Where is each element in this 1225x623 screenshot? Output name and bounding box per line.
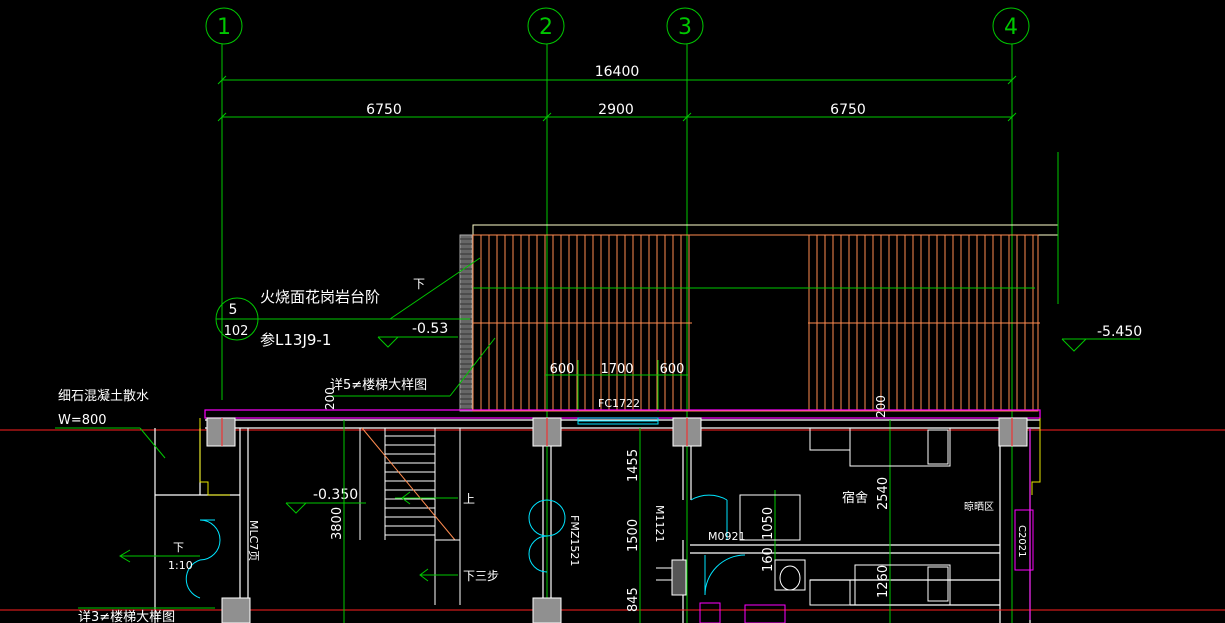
dim-160: 160	[761, 547, 776, 572]
detail-sheet: 102	[224, 324, 249, 339]
column-marks	[221, 418, 1013, 446]
elevation-0350: -0.350	[313, 487, 358, 503]
door-fmz1521-label: FMZ1521	[568, 515, 581, 566]
window-c2021-label: C2021	[1016, 525, 1027, 557]
dim-opening-left: 600	[550, 362, 575, 377]
steps-material-ref: 参L13J9-1	[260, 331, 331, 349]
dim-overall: 16400	[595, 64, 640, 80]
elevation-053: -0.53	[412, 321, 448, 337]
dim-1260: 1260	[876, 565, 891, 598]
door-mlc-label: MLC7页	[247, 520, 260, 561]
dim-opening-mid: 1700	[600, 362, 633, 377]
dim-3800: 3800	[330, 507, 345, 540]
grid-bubble-1: 1	[205, 7, 243, 45]
elevation-marker-0350	[285, 502, 366, 514]
dim-1050: 1050	[761, 507, 776, 540]
grid-bubble-4: 4	[992, 7, 1030, 45]
dim-1455: 1455	[626, 449, 641, 482]
interior-stair	[359, 427, 461, 605]
ramp-down-label: 下	[173, 541, 184, 554]
dim-1500: 1500	[626, 519, 641, 552]
pipe-symbols	[656, 559, 687, 596]
stair-detail-3-label: 详3≠楼梯大样图	[78, 610, 175, 623]
dim-bay-1-2: 6750	[366, 102, 402, 118]
dim-slab-right: 200	[874, 395, 888, 418]
dim-bay-3-4: 6750	[830, 102, 866, 118]
grid-bubble-3: 3	[666, 7, 704, 45]
dim-845: 845	[626, 587, 641, 612]
dim-slab-left: 200	[323, 387, 337, 410]
door-m0921	[704, 554, 746, 596]
grid-label-4: 4	[1004, 15, 1018, 40]
elevation-marker-053	[377, 336, 458, 348]
window-fc1722	[577, 417, 659, 425]
ramp-slope-label: 1:10	[168, 559, 193, 572]
grid-label-2: 2	[539, 15, 553, 40]
room-dorm-label: 宿舍	[842, 490, 868, 506]
grid-label-3: 3	[678, 15, 692, 40]
door-m1121-label: M1121	[653, 505, 666, 543]
stair-detail-5-label: 详5≠楼梯大样图	[330, 378, 427, 393]
room-drying-label: 晾晒区	[964, 500, 994, 513]
apron-width: W=800	[58, 413, 107, 428]
stair-up-label: 上	[463, 492, 475, 506]
magenta-fixtures	[699, 602, 786, 623]
dim-bay-2-3: 2900	[598, 102, 634, 118]
window-c2021	[1014, 428, 1034, 620]
window-fc1722-label: FC1722	[598, 397, 640, 410]
grid-bubble-2: 2	[527, 7, 565, 45]
dim-opening-right: 600	[660, 362, 685, 377]
dim-2540: 2540	[876, 477, 891, 510]
grid-label-1: 1	[217, 15, 231, 40]
elevation-5450: -5.450	[1097, 324, 1142, 340]
steps-down-label: 下	[413, 277, 425, 291]
building-walls	[0, 409, 1225, 623]
elevation-marker-5450	[1061, 338, 1140, 352]
detail-number: 5	[229, 302, 238, 318]
stair-down-steps-label: 下三步	[463, 569, 499, 583]
apron-title: 细石混凝土散水	[58, 388, 149, 404]
steps-material-title: 火烧面花岗岩台阶	[260, 288, 380, 306]
cad-floor-plan: 1 2 3 4 16400 6750 2900 6750 下 5 102 火烧面…	[0, 7, 1225, 623]
